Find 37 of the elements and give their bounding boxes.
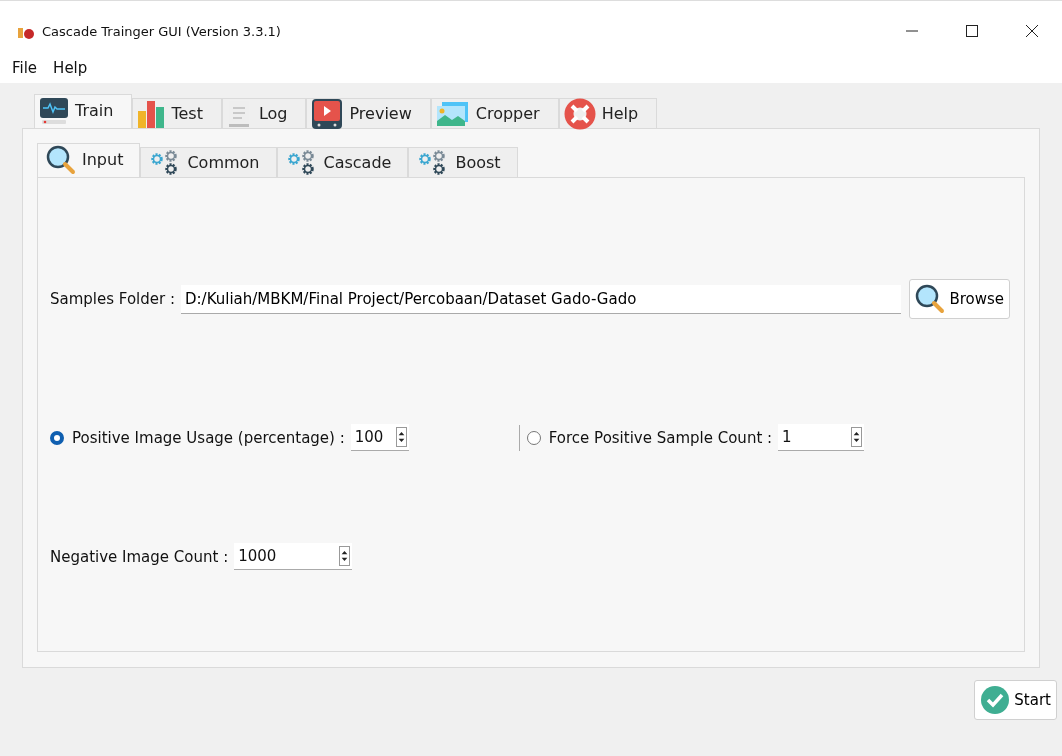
radio-button[interactable] bbox=[526, 430, 541, 445]
input-field[interactable]: D:/Kuliah/MBKM/Final Project/Percobaan/Dataset Gado-Gado bbox=[181, 284, 902, 314]
app-icon bbox=[18, 26, 36, 40]
tab[interactable]: Preview bbox=[306, 98, 431, 128]
radio-label: Force Positive Sample Count : bbox=[548, 428, 773, 447]
spin-box[interactable]: 1000 bbox=[234, 543, 353, 570]
window-title: Cascade Trainger GUI (Version 3.3.1) bbox=[42, 23, 282, 39]
tab[interactable]: Log bbox=[221, 98, 307, 128]
field-label: Negative Image Count : bbox=[50, 547, 229, 566]
tab[interactable]: Help bbox=[558, 98, 658, 128]
radio-button[interactable] bbox=[50, 430, 64, 445]
menu-item[interactable]: File bbox=[10, 57, 40, 79]
check-icon bbox=[980, 685, 1011, 715]
tab[interactable]: Train bbox=[34, 94, 133, 128]
tab[interactable]: Test bbox=[132, 98, 222, 128]
close-icon[interactable] bbox=[1026, 25, 1038, 37]
bar-chart-icon bbox=[137, 98, 166, 129]
spin-box[interactable]: 1 bbox=[778, 424, 865, 451]
tab[interactable]: Cropper bbox=[430, 98, 559, 128]
browse-button[interactable]: Browse bbox=[909, 279, 1010, 319]
tab[interactable]: Common bbox=[140, 147, 277, 177]
monitor-icon bbox=[39, 96, 69, 125]
search-icon bbox=[46, 144, 76, 175]
search-icon bbox=[915, 284, 946, 314]
tab[interactable]: Boost bbox=[408, 147, 518, 177]
menu-item[interactable]: Help bbox=[51, 57, 90, 79]
field-label: Samples Folder : bbox=[50, 290, 175, 308]
radio-label: Positive Image Usage (percentage) : bbox=[72, 428, 345, 447]
tab[interactable]: Cascade bbox=[276, 147, 409, 177]
tab[interactable]: Input bbox=[37, 143, 141, 177]
spin-box[interactable]: 100 bbox=[350, 424, 409, 451]
image-icon bbox=[435, 100, 470, 127]
spin-arrows-icon[interactable] bbox=[395, 427, 407, 447]
spin-arrows-icon[interactable] bbox=[851, 427, 863, 447]
start-button[interactable]: Start bbox=[974, 680, 1057, 720]
spin-arrows-icon[interactable] bbox=[339, 546, 351, 566]
maximize-icon[interactable] bbox=[966, 25, 978, 37]
